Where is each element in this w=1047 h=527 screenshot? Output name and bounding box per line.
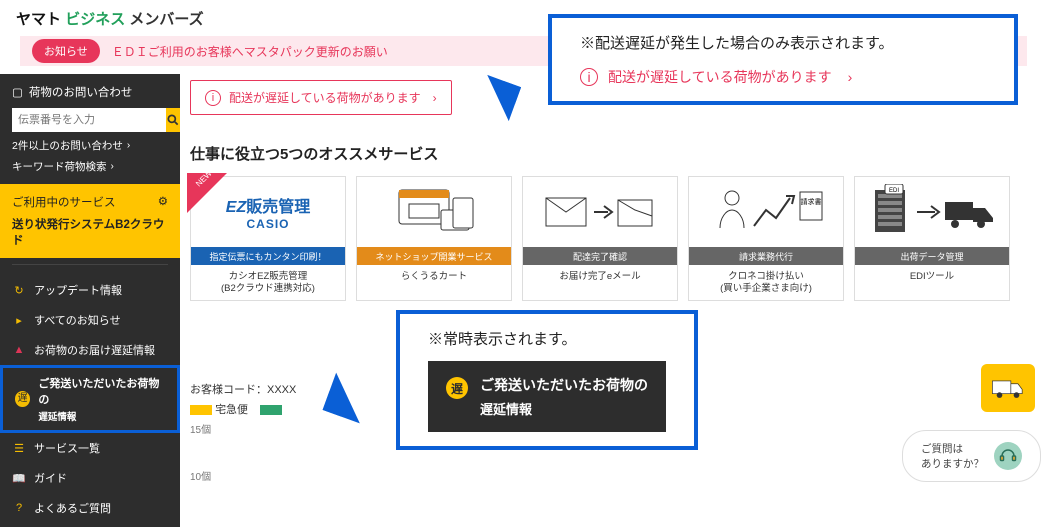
- sidebar-nav-item-2[interactable]: ▲ お荷物のお届け遅延情報: [0, 335, 180, 365]
- truck-icon: [991, 376, 1025, 400]
- nav-label: アップデート情報: [34, 282, 122, 298]
- search-icon: [166, 113, 180, 127]
- search-button[interactable]: [166, 108, 180, 132]
- card-thumb: NEWEZ販売管理CASIO: [191, 177, 345, 247]
- service-card-2[interactable]: 配達完了確認お届け完了eメール: [522, 176, 678, 301]
- annotation-callout-mid: ※常時表示されます。 遅 ご発送いただいたお荷物の 遅延情報: [396, 310, 698, 450]
- card-caption: らくうるカート: [357, 265, 511, 287]
- section-title: 仕事に役立つ5つのオススメサービス: [190, 143, 1033, 164]
- gear-icon[interactable]: ⚙: [158, 194, 168, 208]
- delay-badge-icon: 遅: [446, 377, 468, 399]
- callout-dark-sample: 遅 ご発送いただいたお荷物の 遅延情報: [428, 361, 666, 432]
- card-band: 指定伝票にもカンタン印刷！: [191, 247, 345, 265]
- nav-label: サービス一覧: [34, 440, 100, 456]
- svg-text:EDI: EDI: [889, 188, 899, 194]
- callout-sample-banner: i 配送が遅延している荷物があります ›: [580, 67, 852, 87]
- service-card-4[interactable]: EDI 出荷データ管理EDIツール: [854, 176, 1010, 301]
- card-thumb: [357, 177, 511, 247]
- card-band: 請求業務代行: [689, 247, 843, 265]
- logo-part: ビジネス: [65, 8, 125, 29]
- label: 荷物のお問い合わせ: [29, 84, 133, 100]
- nav-label: お荷物のお届け遅延情報: [34, 342, 155, 358]
- callout-note: ※常時表示されます。: [428, 328, 666, 349]
- delay-banner-text: 配送が遅延している荷物があります: [229, 89, 421, 106]
- sidebar-nav-item-3[interactable]: 遅ご発送いただいたお荷物の遅延情報: [0, 365, 180, 433]
- delay-banner[interactable]: i 配送が遅延している荷物があります ›: [190, 80, 452, 115]
- help-bubble-button[interactable]: ご質問は ありますか？: [902, 430, 1041, 482]
- svg-text:請求書: 請求書: [801, 197, 822, 206]
- sidebar-nav-item-5[interactable]: 📖 ガイド: [0, 463, 180, 493]
- card-thumb: [523, 177, 677, 247]
- info-icon: i: [580, 68, 598, 86]
- sidebar-nav-item-1[interactable]: ▸ すべてのお知らせ: [0, 305, 180, 335]
- headset-icon: [994, 442, 1022, 470]
- service-b2cloud-link[interactable]: 送り状発行システムB2クラウド: [12, 216, 168, 248]
- service-card-0[interactable]: NEWEZ販売管理CASIO指定伝票にもカンタン印刷！カシオEZ販売管理(B2ク…: [190, 176, 346, 301]
- logo-part: メンバーズ: [129, 8, 203, 29]
- logo-part: ヤマト: [16, 8, 61, 29]
- help-text: ありますか？: [921, 456, 984, 471]
- notice-text: ＥＤＩご利用のお客様へマスタパック更新のお願い: [112, 43, 388, 60]
- nav-icon: 📖: [12, 472, 26, 485]
- card-caption: EDIツール: [855, 265, 1009, 287]
- divider: [12, 264, 168, 265]
- info-icon: i: [205, 90, 221, 106]
- card-band: 配達完了確認: [523, 247, 677, 265]
- label: ご利用中のサービス: [12, 197, 116, 209]
- sidebar-nav-item-0[interactable]: ↻ アップデート情報: [0, 275, 180, 305]
- keyword-search-link[interactable]: キーワード荷物検索›: [12, 159, 168, 174]
- nav-icon: 遅: [15, 391, 30, 407]
- sidebar-search-title: ▢ 荷物のお問い合わせ: [12, 84, 168, 100]
- nav-icon: ▲: [12, 344, 26, 356]
- help-text: ご質問は: [921, 441, 984, 456]
- service-card-3[interactable]: 請求書請求業務代行クロネコ掛け払い(買い手企業さま向け): [688, 176, 844, 301]
- nav-label: ガイド: [34, 470, 67, 486]
- card-band: 出荷データ管理: [855, 247, 1009, 265]
- sidebar-nav: ↻ アップデート情報 ▸ すべてのお知らせ ▲ お荷物のお届け遅延情報遅ご発送いただいたお…: [0, 271, 180, 527]
- sidebar: ▢ 荷物のお問い合わせ 2件以上のお問い合わせ› キーワード荷物検索› ご利用中…: [0, 74, 180, 527]
- notice-pill: お知らせ: [32, 39, 100, 63]
- sidebar-nav-item-4[interactable]: ☰ サービス一覧: [0, 433, 180, 463]
- nav-icon: ?: [12, 502, 26, 514]
- card-thumb: 請求書: [689, 177, 843, 247]
- legend-swatch: [260, 405, 282, 415]
- chevron-right-icon: ›: [111, 161, 114, 172]
- service-cards: NEWEZ販売管理CASIO指定伝票にもカンタン印刷！カシオEZ販売管理(B2ク…: [190, 176, 1033, 301]
- chevron-right-icon: ›: [848, 69, 853, 85]
- chevron-right-icon: ›: [127, 140, 130, 151]
- nav-label: すべてのお知らせ: [34, 312, 121, 328]
- package-icon: ▢: [12, 85, 23, 99]
- chevron-right-icon: ›: [433, 91, 437, 105]
- nav-icon: ↻: [12, 284, 26, 297]
- new-ribbon-icon: NEW: [187, 173, 227, 213]
- card-thumb: EDI: [855, 177, 1009, 247]
- nav-icon: ☰: [12, 442, 26, 455]
- callout-note: ※配送遅延が発生した場合のみ表示されます。: [580, 32, 986, 53]
- nav-label: よくあるご質問: [34, 500, 111, 516]
- tracking-input[interactable]: [12, 108, 166, 132]
- card-caption: お届け完了eメール: [523, 265, 677, 287]
- float-truck-button[interactable]: [981, 364, 1035, 412]
- sidebar-services: ご利用中のサービス ⚙ 送り状発行システムB2クラウド: [0, 184, 180, 258]
- card-band: ネットショップ開業サービス: [357, 247, 511, 265]
- sidebar-nav-item-6[interactable]: ? よくあるご質問: [0, 493, 180, 523]
- card-caption: カシオEZ販売管理(B2クラウド連携対応): [191, 265, 345, 300]
- service-card-1[interactable]: ネットショップ開業サービスらくうるカート: [356, 176, 512, 301]
- legend-swatch: [190, 405, 212, 415]
- multi-query-link[interactable]: 2件以上のお問い合わせ›: [12, 138, 168, 153]
- legend-label: 宅急便: [215, 404, 248, 416]
- nav-label: ご発送いただいたお荷物の遅延情報: [38, 375, 165, 423]
- nav-icon: ▸: [12, 314, 26, 327]
- annotation-callout-top: ※配送遅延が発生した場合のみ表示されます。 i 配送が遅延している荷物があります…: [548, 14, 1018, 105]
- card-caption: クロネコ掛け払い(買い手企業さま向け): [689, 265, 843, 300]
